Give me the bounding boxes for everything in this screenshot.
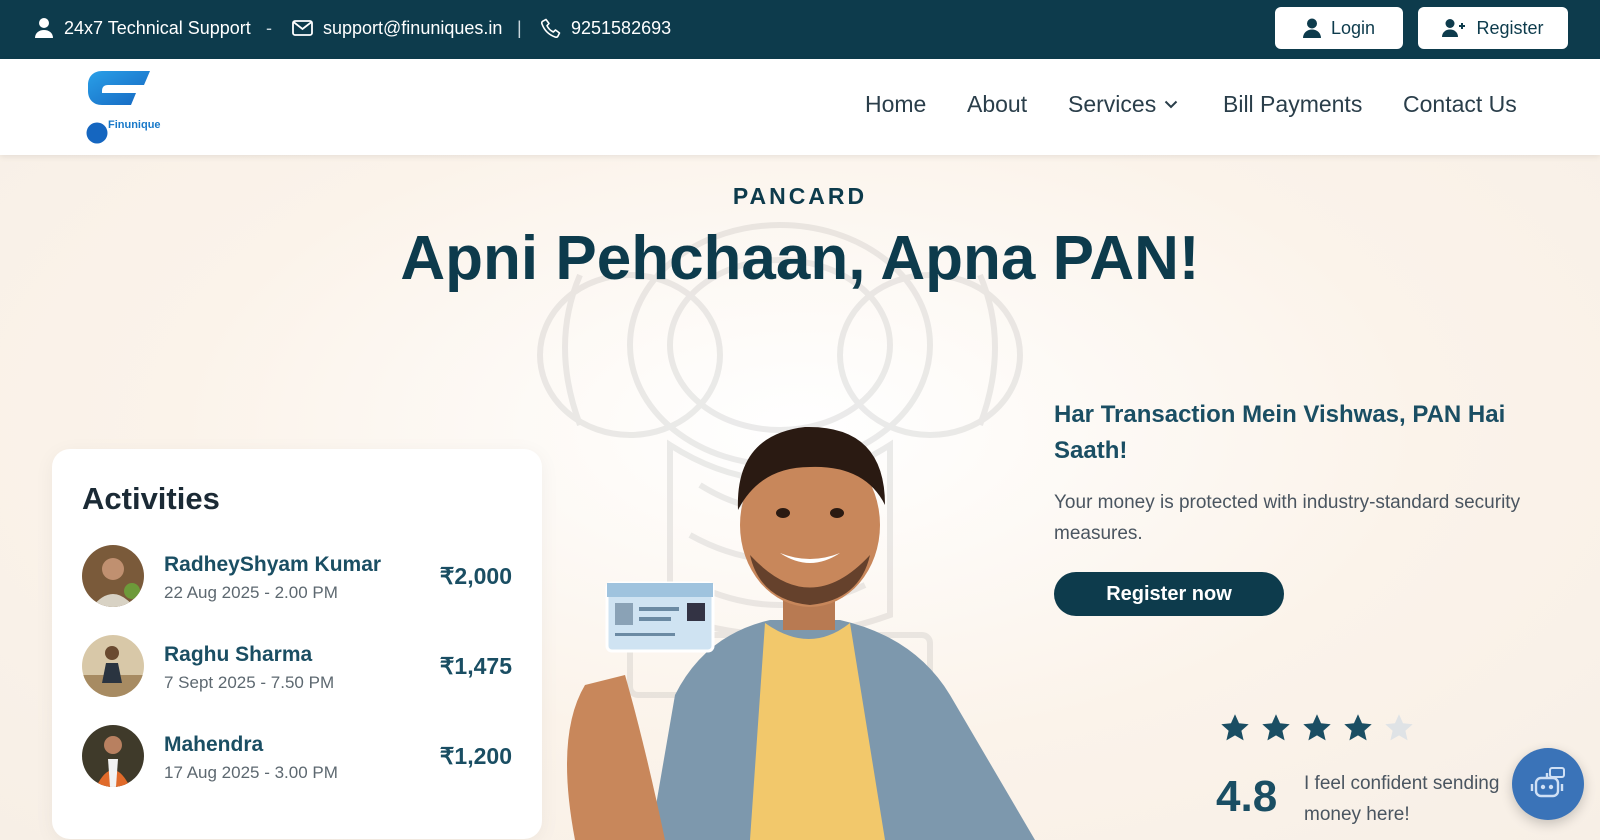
rating-value: 4.8 xyxy=(1216,772,1278,821)
support-info: 24x7 Technical Support xyxy=(34,0,251,56)
review-text: I feel confident sending money here! xyxy=(1304,773,1500,825)
chatbot-button[interactable] xyxy=(1512,748,1584,820)
register-button[interactable]: Register xyxy=(1418,7,1568,49)
list-item: RadheyShyam Kumar 22 Aug 2025 - 2.00 PM … xyxy=(82,545,512,609)
phone-link[interactable]: 9251582693 xyxy=(541,0,671,56)
email-text: support@finuniques.in xyxy=(323,17,503,38)
hero-subheading: Har Transaction Mein Vishwas, PAN Hai Sa… xyxy=(1054,401,1506,464)
chevron-down-icon xyxy=(1164,100,1178,109)
avatar xyxy=(82,545,144,607)
list-item: Mahendra 17 Aug 2025 - 3.00 PM ₹1,200 xyxy=(82,725,512,789)
activity-name: Mahendra xyxy=(164,733,264,756)
hero-body-text: Your money is protected with industry-st… xyxy=(1054,492,1521,544)
hero-person-image xyxy=(567,426,1035,840)
phone-text: 9251582693 xyxy=(571,17,672,38)
star-icon xyxy=(1303,714,1331,741)
activity-amount: ₹2,000 xyxy=(439,563,512,589)
register-now-button[interactable]: Register now xyxy=(1054,572,1284,616)
email-link[interactable]: support@finuniques.in xyxy=(292,0,502,56)
login-user-icon xyxy=(1302,18,1321,38)
logo-text: Finunique xyxy=(108,119,161,131)
activity-date: 7 Sept 2025 - 7.50 PM xyxy=(164,673,335,692)
avatar xyxy=(82,725,144,787)
list-item: Raghu Sharma 7 Sept 2025 - 7.50 PM ₹1,47… xyxy=(82,635,512,699)
activities-title: Activities xyxy=(82,481,220,516)
activity-amount: ₹1,200 xyxy=(439,743,512,769)
nav-contact-us[interactable]: Contact Us xyxy=(1403,91,1517,118)
avatar xyxy=(82,635,144,697)
star-icon xyxy=(1221,714,1249,741)
star-icon xyxy=(1262,714,1290,741)
logo-mark-icon xyxy=(86,71,150,144)
activities-card: Activities RadheyShyam Kumar 22 Aug 2025… xyxy=(52,449,542,839)
mail-icon xyxy=(292,20,313,36)
nav-services-label: Services xyxy=(1068,91,1157,117)
activity-date: 17 Aug 2025 - 3.00 PM xyxy=(164,763,338,782)
finunique-logo[interactable] xyxy=(84,69,164,147)
activity-name: RadheyShyam Kumar xyxy=(164,553,382,576)
star-icon xyxy=(1344,714,1372,741)
activity-amount: ₹1,475 xyxy=(439,653,512,679)
hero-eyebrow: PANCARD xyxy=(732,183,868,209)
activity-date: 22 Aug 2025 - 2.00 PM xyxy=(164,583,338,602)
phone-icon xyxy=(541,18,561,38)
main-navbar: Finunique Home About Services Bill Payme… xyxy=(0,59,1600,155)
nav-services[interactable]: Services xyxy=(1068,91,1178,118)
user-plus-icon xyxy=(1442,19,1466,37)
star-icon xyxy=(1385,714,1413,741)
top-bar: 24x7 Technical Support - support@finuniq… xyxy=(0,0,1600,59)
separator-dash: - xyxy=(266,17,272,38)
rating-stars xyxy=(1219,713,1424,743)
pan-card-image xyxy=(605,581,715,653)
hero-headline: Apni Pehchaan, Apna PAN! xyxy=(400,224,1200,293)
support-label: 24x7 Technical Support xyxy=(64,17,251,38)
separator-pipe: | xyxy=(517,17,522,38)
register-label: Register xyxy=(1476,17,1544,38)
activity-name: Raghu Sharma xyxy=(164,643,313,666)
nav-home[interactable]: Home xyxy=(865,91,926,118)
login-button[interactable]: Login xyxy=(1275,7,1403,49)
user-icon xyxy=(35,18,53,38)
chatbot-icon xyxy=(1530,767,1565,798)
nav-about[interactable]: About xyxy=(967,91,1027,118)
login-label: Login xyxy=(1330,17,1376,38)
nav-bill-payments[interactable]: Bill Payments xyxy=(1223,91,1362,118)
